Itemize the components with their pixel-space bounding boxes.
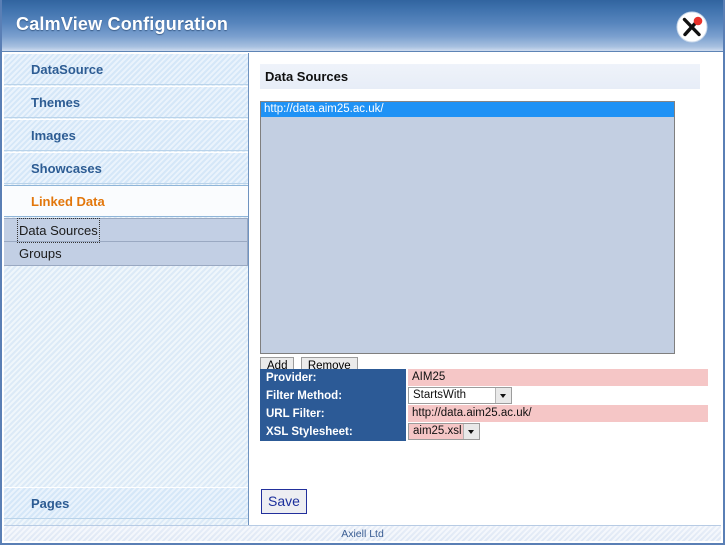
filter-method-label: Filter Method: <box>260 386 406 405</box>
sidebar-item-showcases[interactable]: Showcases <box>4 152 248 184</box>
sidebar-item-label: DataSource <box>31 62 104 77</box>
table-row: Provider: AIM25 <box>260 369 708 387</box>
sidebar-item-label: Linked Data <box>31 194 105 209</box>
table-row: Filter Method: StartsWith <box>260 386 708 405</box>
sidebar-item-label: Images <box>31 128 76 143</box>
axiell-logo-icon <box>676 11 708 43</box>
main-content: Data Sources http://data.aim25.ac.uk/ Ad… <box>250 53 721 525</box>
footer: Axiell Ltd <box>4 525 721 541</box>
sidebar-subitem-label: Data Sources <box>17 218 100 243</box>
xsl-stylesheet-selected-value: aim25.xsl <box>413 425 462 437</box>
sidebar-subitem-label: Groups <box>19 246 62 261</box>
xsl-stylesheet-label: XSL Stylesheet: <box>260 422 406 441</box>
table-row: XSL Stylesheet: aim25.xsl <box>260 422 708 441</box>
sidebar-submenu-linked-data: Data Sources Groups <box>4 218 248 266</box>
provider-field[interactable]: AIM25 <box>408 369 708 387</box>
url-filter-value-cell: http://data.aim25.ac.uk/ <box>406 404 708 423</box>
save-button[interactable]: Save <box>261 489 307 514</box>
xsl-stylesheet-select[interactable]: aim25.xsl <box>408 423 480 440</box>
sidebar-item-label: Showcases <box>31 161 102 176</box>
sidebar-item-datasource[interactable]: DataSource <box>4 53 248 85</box>
table-row: URL Filter: http://data.aim25.ac.uk/ <box>260 404 708 423</box>
chevron-down-icon <box>463 424 479 439</box>
sidebar-item-linked-data[interactable]: Linked Data <box>4 185 248 217</box>
sidebar-item-pages[interactable]: Pages <box>4 487 248 519</box>
url-filter-label: URL Filter: <box>260 404 406 423</box>
url-filter-field[interactable]: http://data.aim25.ac.uk/ <box>408 405 708 422</box>
sidebar-item-label: Themes <box>31 95 81 110</box>
xsl-stylesheet-value-cell: aim25.xsl <box>406 422 708 441</box>
footer-text: Axiell Ltd <box>341 528 384 540</box>
list-item[interactable]: http://data.aim25.ac.uk/ <box>261 102 674 117</box>
data-sources-listbox[interactable]: http://data.aim25.ac.uk/ <box>260 101 675 354</box>
sidebar-subitem-groups[interactable]: Groups <box>4 242 247 265</box>
filter-method-value-cell: StartsWith <box>406 386 708 405</box>
sidebar: DataSource Themes Images Showcases Linke… <box>4 53 249 525</box>
data-source-properties-table: Provider: AIM25 Filter Method: StartsWit… <box>260 369 708 441</box>
section-title: Data Sources <box>260 64 700 89</box>
provider-value-cell: AIM25 <box>406 369 708 387</box>
page-title: CalmView Configuration <box>16 14 229 34</box>
calmview-configuration-window: CalmView Configuration DataSource Themes… <box>0 0 725 545</box>
window-titlebar: CalmView Configuration <box>2 0 723 52</box>
sidebar-item-images[interactable]: Images <box>4 119 248 151</box>
titlebar-inner: CalmView Configuration <box>4 2 723 51</box>
sidebar-subitem-data-sources[interactable]: Data Sources <box>4 218 247 243</box>
sidebar-item-themes[interactable]: Themes <box>4 86 248 118</box>
chevron-down-icon <box>495 388 511 403</box>
sidebar-item-label: Pages <box>31 496 70 511</box>
provider-label: Provider: <box>260 369 406 387</box>
filter-method-selected-value: StartsWith <box>413 389 467 401</box>
filter-method-select[interactable]: StartsWith <box>408 387 512 404</box>
